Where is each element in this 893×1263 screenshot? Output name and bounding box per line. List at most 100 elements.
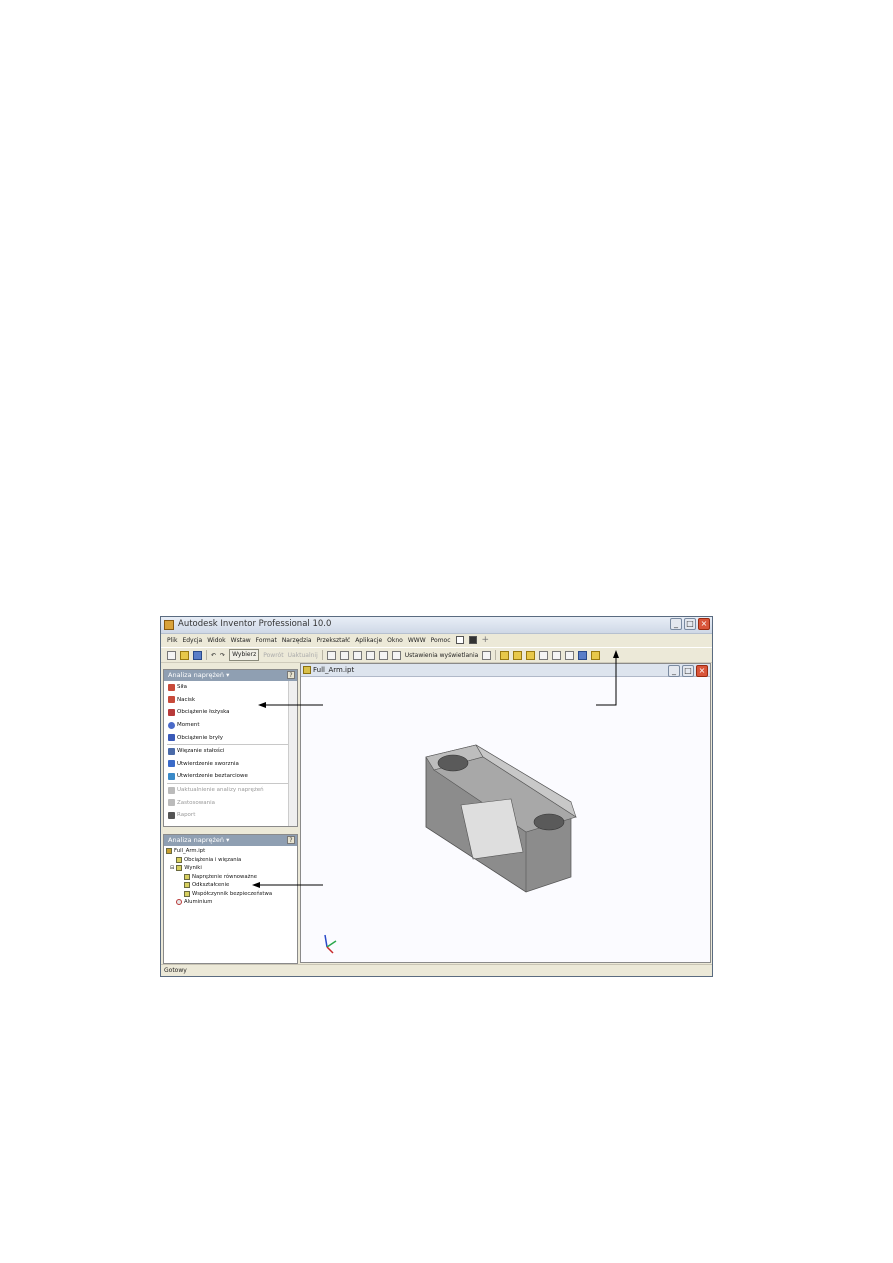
tree-root[interactable]: Full_Arm.ipt: [164, 847, 297, 856]
shaded-display-icon[interactable]: [500, 650, 510, 660]
browser-title: Analiza naprężeń: [168, 836, 225, 844]
menu-narzedzia[interactable]: Narzędzia: [282, 637, 312, 644]
menu-przeksztalc[interactable]: Przekształć: [317, 637, 351, 644]
part-model[interactable]: [425, 744, 577, 893]
doc-minimize-button[interactable]: _: [668, 665, 680, 677]
fixed-constraint-label: Więzanie stałości: [177, 748, 225, 755]
menu-bar: Plik Edycja Widok Wstaw Format Narzędzia…: [161, 634, 712, 646]
panel-header[interactable]: Analiza naprężeń ▾ ?: [164, 670, 297, 681]
camera-icon[interactable]: [539, 650, 549, 660]
return-button[interactable]: Powrót: [263, 652, 283, 659]
pin-constraint-tool[interactable]: Utwierdzenie sworznia: [164, 758, 297, 771]
help-icon[interactable]: ?: [287, 671, 295, 679]
window-title: Autodesk Inventor Professional 10.0: [178, 619, 332, 629]
doc-maximize-button[interactable]: □: [682, 665, 694, 677]
material-icon: [176, 899, 182, 906]
pan-icon[interactable]: [352, 650, 362, 660]
orbit-icon[interactable]: [391, 650, 401, 660]
help-icon[interactable]: [455, 636, 464, 644]
pin-constraint-label: Utwierdzenie sworznia: [177, 760, 239, 767]
material-icon[interactable]: [565, 650, 575, 660]
close-button[interactable]: ×: [698, 618, 710, 630]
print-icon[interactable]: [482, 650, 492, 660]
result-icon: [184, 890, 190, 897]
zoom-all-icon[interactable]: [326, 650, 336, 660]
menu-pomoc[interactable]: Pomoc: [431, 637, 451, 644]
zoom-window-icon[interactable]: [339, 650, 349, 660]
zoom-selected-icon[interactable]: [365, 650, 375, 660]
pressure-label: Nacisk: [177, 696, 196, 703]
browser-header[interactable]: Analiza naprężeń ▾ ?: [164, 835, 297, 846]
select-button[interactable]: Wybierz: [229, 649, 260, 661]
moment-tool[interactable]: Moment: [164, 719, 297, 732]
tree-stress[interactable]: Naprężenie równoważne: [164, 873, 297, 882]
pressure-tool[interactable]: Nacisk: [164, 694, 297, 707]
save-icon[interactable]: [193, 650, 202, 660]
bearing-load-label: Obciążenie łożyska: [177, 709, 230, 716]
report-icon: [168, 811, 175, 819]
help-icon[interactable]: ?: [287, 836, 295, 844]
tree-deformation-label: Odkształcenie: [192, 882, 230, 889]
collapse-icon[interactable]: ⊟: [170, 865, 174, 871]
status-text: Gotowy: [164, 967, 187, 974]
frictionless-constraint-tool[interactable]: Utwierdzenie beztarciowe: [164, 770, 297, 783]
applications-label: Zastosowania: [177, 799, 216, 806]
color-style-icon[interactable]: [578, 650, 588, 660]
tree-safety-factor[interactable]: Współczynnik bezpieczeństwa: [164, 890, 297, 899]
tree-safety-factor-label: Współczynnik bezpieczeństwa: [192, 890, 273, 897]
body-load-tool[interactable]: Obciążenie bryły: [164, 731, 297, 744]
tree-root-label: Full_Arm.ipt: [174, 848, 206, 855]
add-icon[interactable]: +: [482, 635, 490, 645]
ground-shadow-icon[interactable]: [552, 650, 562, 660]
body-load-icon: [168, 734, 175, 742]
report-tool[interactable]: Raport: [164, 809, 297, 822]
wireframe-display-icon[interactable]: [526, 650, 536, 660]
display-settings-dropdown[interactable]: Ustawienia wyświetlania: [405, 652, 479, 659]
force-tool[interactable]: Siła: [164, 681, 297, 694]
pin-constraint-icon: [168, 760, 175, 768]
toolbar-separator: [206, 650, 207, 660]
result-icon: [184, 873, 190, 880]
graphics-viewport[interactable]: [301, 677, 710, 963]
zoom-icon[interactable]: [378, 650, 388, 660]
update-button[interactable]: Uaktualnij: [288, 652, 318, 659]
doc-close-button[interactable]: ×: [696, 665, 708, 677]
tree-deformation[interactable]: Odkształcenie: [164, 881, 297, 890]
menu-okno[interactable]: Okno: [387, 637, 403, 644]
applications-icon: [168, 799, 175, 807]
update-analysis-label: Uaktualnienie analizy naprężeń: [177, 787, 264, 794]
report-label: Raport: [177, 812, 196, 819]
menu-wstaw[interactable]: Wstaw: [231, 637, 251, 644]
update-analysis-icon: [168, 786, 175, 794]
undo-icon[interactable]: ↶: [211, 652, 216, 659]
menu-www[interactable]: WWW: [408, 637, 426, 644]
bearing-load-tool[interactable]: Obciążenie łożyska: [164, 706, 297, 719]
moment-label: Moment: [177, 722, 200, 729]
minimize-button[interactable]: _: [670, 618, 682, 630]
applications-tool[interactable]: Zastosowania: [164, 796, 297, 809]
maximize-button[interactable]: □: [684, 618, 696, 630]
update-analysis-tool[interactable]: Uaktualnienie analizy naprężeń: [164, 784, 297, 797]
tree-results-label: Wyniki: [184, 865, 202, 872]
menu-widok[interactable]: Widok: [207, 637, 225, 644]
part-document-icon: [303, 666, 311, 674]
fixed-constraint-tool[interactable]: Więzanie stałości: [164, 745, 297, 758]
new-file-icon[interactable]: [167, 650, 176, 660]
menu-edycja[interactable]: Edycja: [182, 637, 202, 644]
tree-material[interactable]: Aluminium: [164, 898, 297, 907]
tree-loads[interactable]: Obciążenia i więzania: [164, 856, 297, 865]
menu-format[interactable]: Format: [256, 637, 277, 644]
redo-icon[interactable]: ↷: [220, 652, 225, 659]
panel-scrollbar[interactable]: [288, 681, 297, 826]
pressure-icon: [168, 696, 175, 704]
calculator-icon[interactable]: [468, 636, 477, 644]
menu-plik[interactable]: Plik: [167, 637, 177, 644]
toolbar-separator: [495, 650, 497, 660]
open-folder-icon[interactable]: [180, 650, 189, 660]
project-icon[interactable]: [591, 650, 601, 660]
tree-results[interactable]: ⊟ Wyniki: [164, 864, 297, 873]
status-bar: Gotowy: [161, 964, 712, 976]
hidden-edge-display-icon[interactable]: [513, 650, 523, 660]
document-title: Full_Arm.ipt: [313, 666, 355, 674]
menu-aplikacje[interactable]: Aplikacje: [355, 637, 382, 644]
